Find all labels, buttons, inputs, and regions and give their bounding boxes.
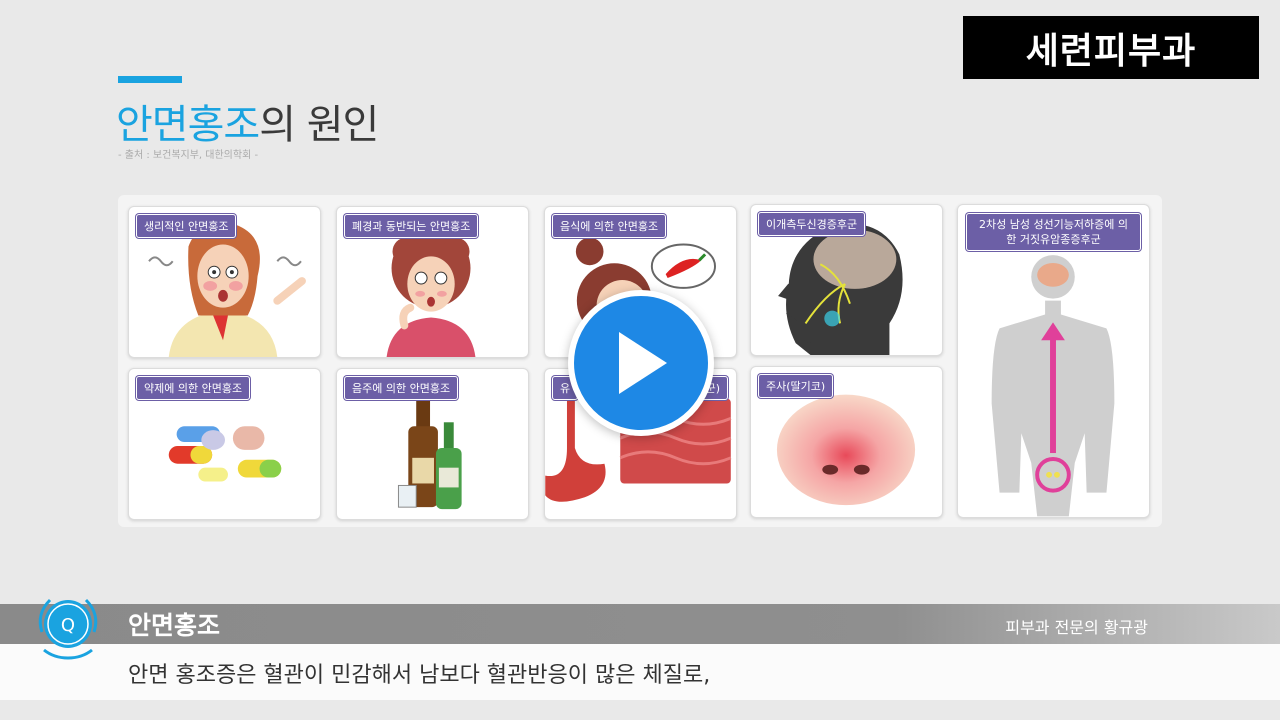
card-auriculotemporal: 이개측두신경증후군: [750, 204, 943, 356]
play-icon: [619, 332, 667, 394]
card-menopause: 폐경과 동반되는 안면홍조: [336, 206, 529, 358]
channel-brand: 세련피부과: [963, 16, 1259, 79]
question-badge-icon: Q: [38, 598, 98, 660]
title-accent-bar: [118, 76, 182, 83]
card-label: 2차성 남성 성선기능저하증에 의한 거짓유암종증후군: [966, 213, 1141, 251]
card-label: 음식에 의한 안면홍조: [552, 214, 667, 238]
slide-title: 안면홍조의 원인: [116, 92, 379, 150]
slide-title-rest: 의 원인: [259, 102, 379, 148]
card-physiological: 생리적인 안면홍조: [128, 206, 321, 358]
caption-speaker-topic: 안면홍조: [128, 611, 221, 640]
slide-source: - 출처 : 보건복지부, 대한의학회 -: [118, 150, 259, 161]
card-medication: 약제에 의한 안면홍조: [128, 368, 321, 520]
card-label: 주사(딸기코): [758, 374, 834, 398]
card-label: 음주에 의한 안면홍조: [344, 376, 459, 400]
card-rosacea: 주사(딸기코): [750, 366, 943, 518]
caption-subtitle: 안면 홍조증은 혈관이 민감해서 남보다 혈관반응이 많은 체질로,: [128, 663, 711, 688]
card-label: 폐경과 동반되는 안면홍조: [344, 214, 479, 238]
slide-title-highlight: 안면홍조: [116, 102, 260, 148]
play-button[interactable]: [568, 290, 714, 436]
caption-speaker-role: 피부과 전문의 황규광: [1005, 618, 1148, 637]
body-pathway-illustration: [991, 255, 1115, 517]
card-hypogonadism: 2차성 남성 성선기능저하증에 의한 거짓유암종증후군: [957, 204, 1150, 518]
card-label: 이개측두신경증후군: [758, 212, 866, 236]
question-badge-letter: Q: [61, 615, 75, 636]
card-alcohol: 음주에 의한 안면홍조: [336, 368, 529, 520]
card-label: 약제에 의한 안면홍조: [136, 376, 251, 400]
card-label: 생리적인 안면홍조: [136, 214, 237, 238]
